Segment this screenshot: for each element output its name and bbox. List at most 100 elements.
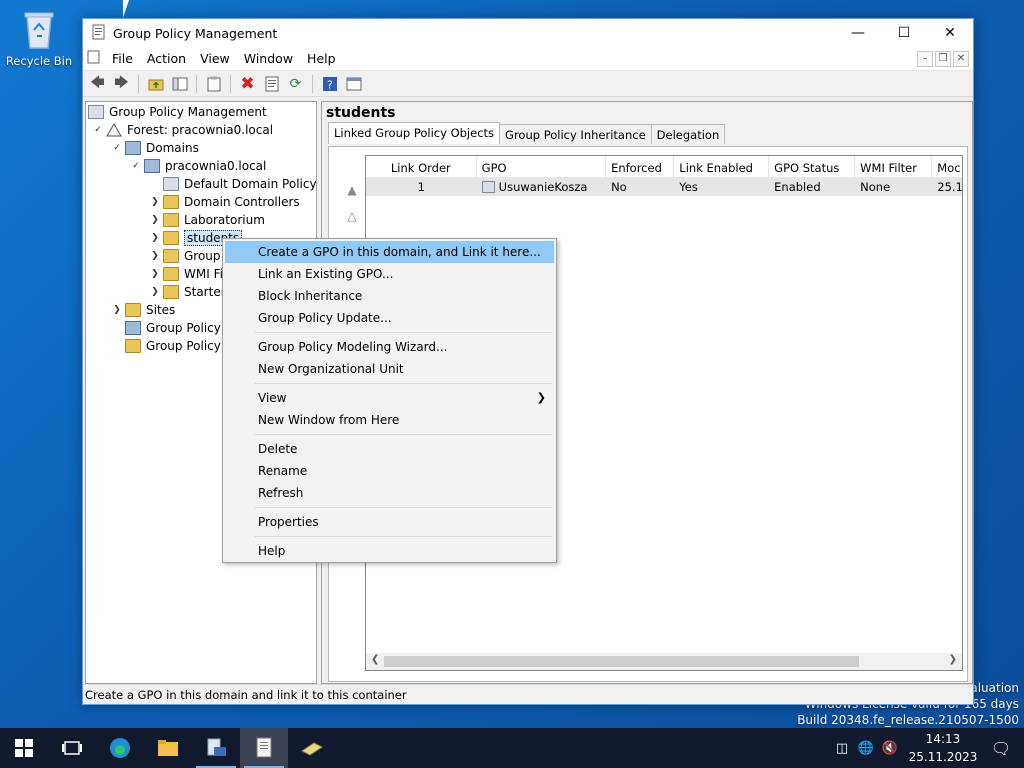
maximize-button[interactable]: ☐ [881,19,927,47]
menu-item-view[interactable]: View ❯ [225,387,554,409]
tree-wmi-filters[interactable]: ❯ WMI Fi [147,265,223,283]
mdi-close-button[interactable]: ✕ [953,50,969,67]
menu-item-create-gpo[interactable]: Create a GPO in this domain, and Link it… [225,241,554,263]
tree-forest[interactable]: ✓ Forest: pracownia0.local [90,121,273,139]
tab-delegation[interactable]: Delegation [650,124,726,144]
cell-link-order: 1 [417,180,425,194]
tree-domains[interactable]: ✓ Domains [109,139,199,157]
minimize-button[interactable]: — [835,19,881,47]
delete-icon[interactable]: ✖ [237,74,258,94]
collapsed-chevron-icon[interactable]: ❯ [147,233,163,243]
clipboard-icon[interactable] [203,74,224,94]
folder-icon [163,249,179,263]
col-link-enabled[interactable]: Link Enabled [674,156,770,177]
mouse-cursor-icon [123,0,135,18]
menu-item-block-inheritance[interactable]: Block Inheritance [225,285,554,307]
tree-root[interactable]: Group Policy Management [88,103,267,121]
scroll-left-icon[interactable]: ❮ [371,654,379,665]
tree-gp-results[interactable]: Group Policy R [125,337,233,355]
col-modified[interactable]: Moc [932,156,962,177]
admin-tools-icon[interactable] [288,728,336,768]
menu-separator [255,332,552,333]
move-top-icon[interactable]: ▲ [343,177,361,203]
tree-laboratorium[interactable]: ❯ Laboratorium [147,211,265,229]
tree-sites[interactable]: ❯ Sites [109,301,175,319]
menu-item-refresh[interactable]: Refresh [225,482,554,504]
tree-starter-gpos[interactable]: ❯ Starter [147,283,226,301]
menu-item-properties[interactable]: Properties [225,511,554,533]
server-manager-icon[interactable] [192,728,240,768]
properties-icon[interactable] [261,74,282,94]
menu-item-gp-update[interactable]: Group Policy Update... [225,307,554,329]
expanded-chevron-icon[interactable]: ✓ [128,161,144,171]
expanded-chevron-icon[interactable]: ✓ [109,143,125,153]
horizontal-scrollbar[interactable]: ❮ ❯ [366,653,962,670]
menu-action[interactable]: Action [140,51,193,66]
toolbar-separator [312,74,313,93]
notifications-icon[interactable]: 🗨 [978,739,1024,758]
menu-item-rename[interactable]: Rename [225,460,554,482]
mdi-restore-button[interactable]: ❐ [935,50,951,67]
menu-item-new-window[interactable]: New Window from Here [225,409,554,431]
scrollbar-thumb[interactable] [384,656,859,667]
back-icon[interactable]: 🡄 [87,74,108,94]
clock-date: 25.11.2023 [908,750,978,764]
collapsed-chevron-icon[interactable]: ❯ [147,197,163,207]
collapsed-chevron-icon[interactable]: ❯ [147,251,163,261]
file-explorer-icon[interactable] [144,728,192,768]
collapsed-chevron-icon[interactable]: ❯ [147,287,163,297]
cell-modified: 25.1 [937,180,962,194]
tree-gp-modeling[interactable]: Group Policy M [125,319,235,337]
title-bar[interactable]: Group Policy Management — ☐ ✕ [83,19,973,47]
recycle-bin-label: Recycle Bin [5,54,73,68]
menu-help[interactable]: Help [300,51,343,66]
start-button[interactable] [0,728,48,768]
menu-item-new-ou[interactable]: New Organizational Unit [225,358,554,380]
tree-default-domain-policy[interactable]: Default Domain Policy [163,175,316,193]
up-folder-icon[interactable] [145,74,166,94]
mdi-minimize-button[interactable]: – [917,50,933,67]
col-link-order[interactable]: Link Order [366,156,477,177]
mmc-console-icon[interactable] [343,74,364,94]
clock[interactable]: 14:13 25.11.2023 [908,730,978,766]
help-icon[interactable]: ? [319,74,340,94]
table-header: Link Order GPO Enforced Link Enabled GPO… [366,156,962,178]
menu-item-help[interactable]: Help [225,540,554,562]
col-gpo-status[interactable]: GPO Status [769,156,856,177]
cell-gpo-status: Enabled [774,180,821,194]
menu-window[interactable]: Window [237,51,300,66]
expanded-chevron-icon[interactable]: ✓ [90,125,106,135]
collapsed-chevron-icon[interactable]: ❯ [147,215,163,225]
tree-domain[interactable]: ✓ pracownia0.local [128,157,266,175]
refresh-icon[interactable]: ⟳ [285,74,306,94]
task-view-button[interactable] [48,728,96,768]
tab-gp-inheritance[interactable]: Group Policy Inheritance [499,124,652,144]
globe-icon[interactable]: 🌐 [854,741,878,756]
menu-view[interactable]: View [193,51,237,66]
scroll-right-icon[interactable]: ❯ [949,654,957,665]
col-gpo[interactable]: GPO [477,156,607,177]
menu-item-link-existing-gpo[interactable]: Link an Existing GPO... [225,263,554,285]
tab-linked-gpos[interactable]: Linked Group Policy Objects [328,122,501,144]
col-enforced[interactable]: Enforced [606,156,675,177]
mdi-icon[interactable] [87,50,101,67]
collapsed-chevron-icon[interactable]: ❯ [109,305,125,315]
recycle-bin[interactable]: Recycle Bin [4,8,74,68]
show-hide-tree-icon[interactable] [169,74,190,94]
forward-icon[interactable]: 🡆 [111,74,132,94]
menu-file[interactable]: File [105,51,140,66]
edge-icon[interactable] [96,728,144,768]
network-icon[interactable]: ◫ [830,741,854,756]
tree-domain-controllers[interactable]: ❯ Domain Controllers [147,193,300,211]
collapsed-chevron-icon[interactable]: ❯ [147,269,163,279]
speaker-muted-icon[interactable]: 🔇 [878,741,902,756]
col-wmi-filter[interactable]: WMI Filter [855,156,933,177]
gpm-taskbar-icon[interactable] [240,728,288,768]
tree-group-policy-objects[interactable]: ❯ Group [147,247,221,265]
move-up-icon[interactable]: △ [343,203,361,229]
menu-item-modeling-wizard[interactable]: Group Policy Modeling Wizard... [225,336,554,358]
details-tabs: Linked Group Policy Objects Group Policy… [328,122,726,144]
close-button[interactable]: ✕ [927,19,973,47]
table-row[interactable]: 1 UsuwanieKosza No Yes Enabled None 25.1 [366,178,962,196]
menu-item-delete[interactable]: Delete [225,438,554,460]
